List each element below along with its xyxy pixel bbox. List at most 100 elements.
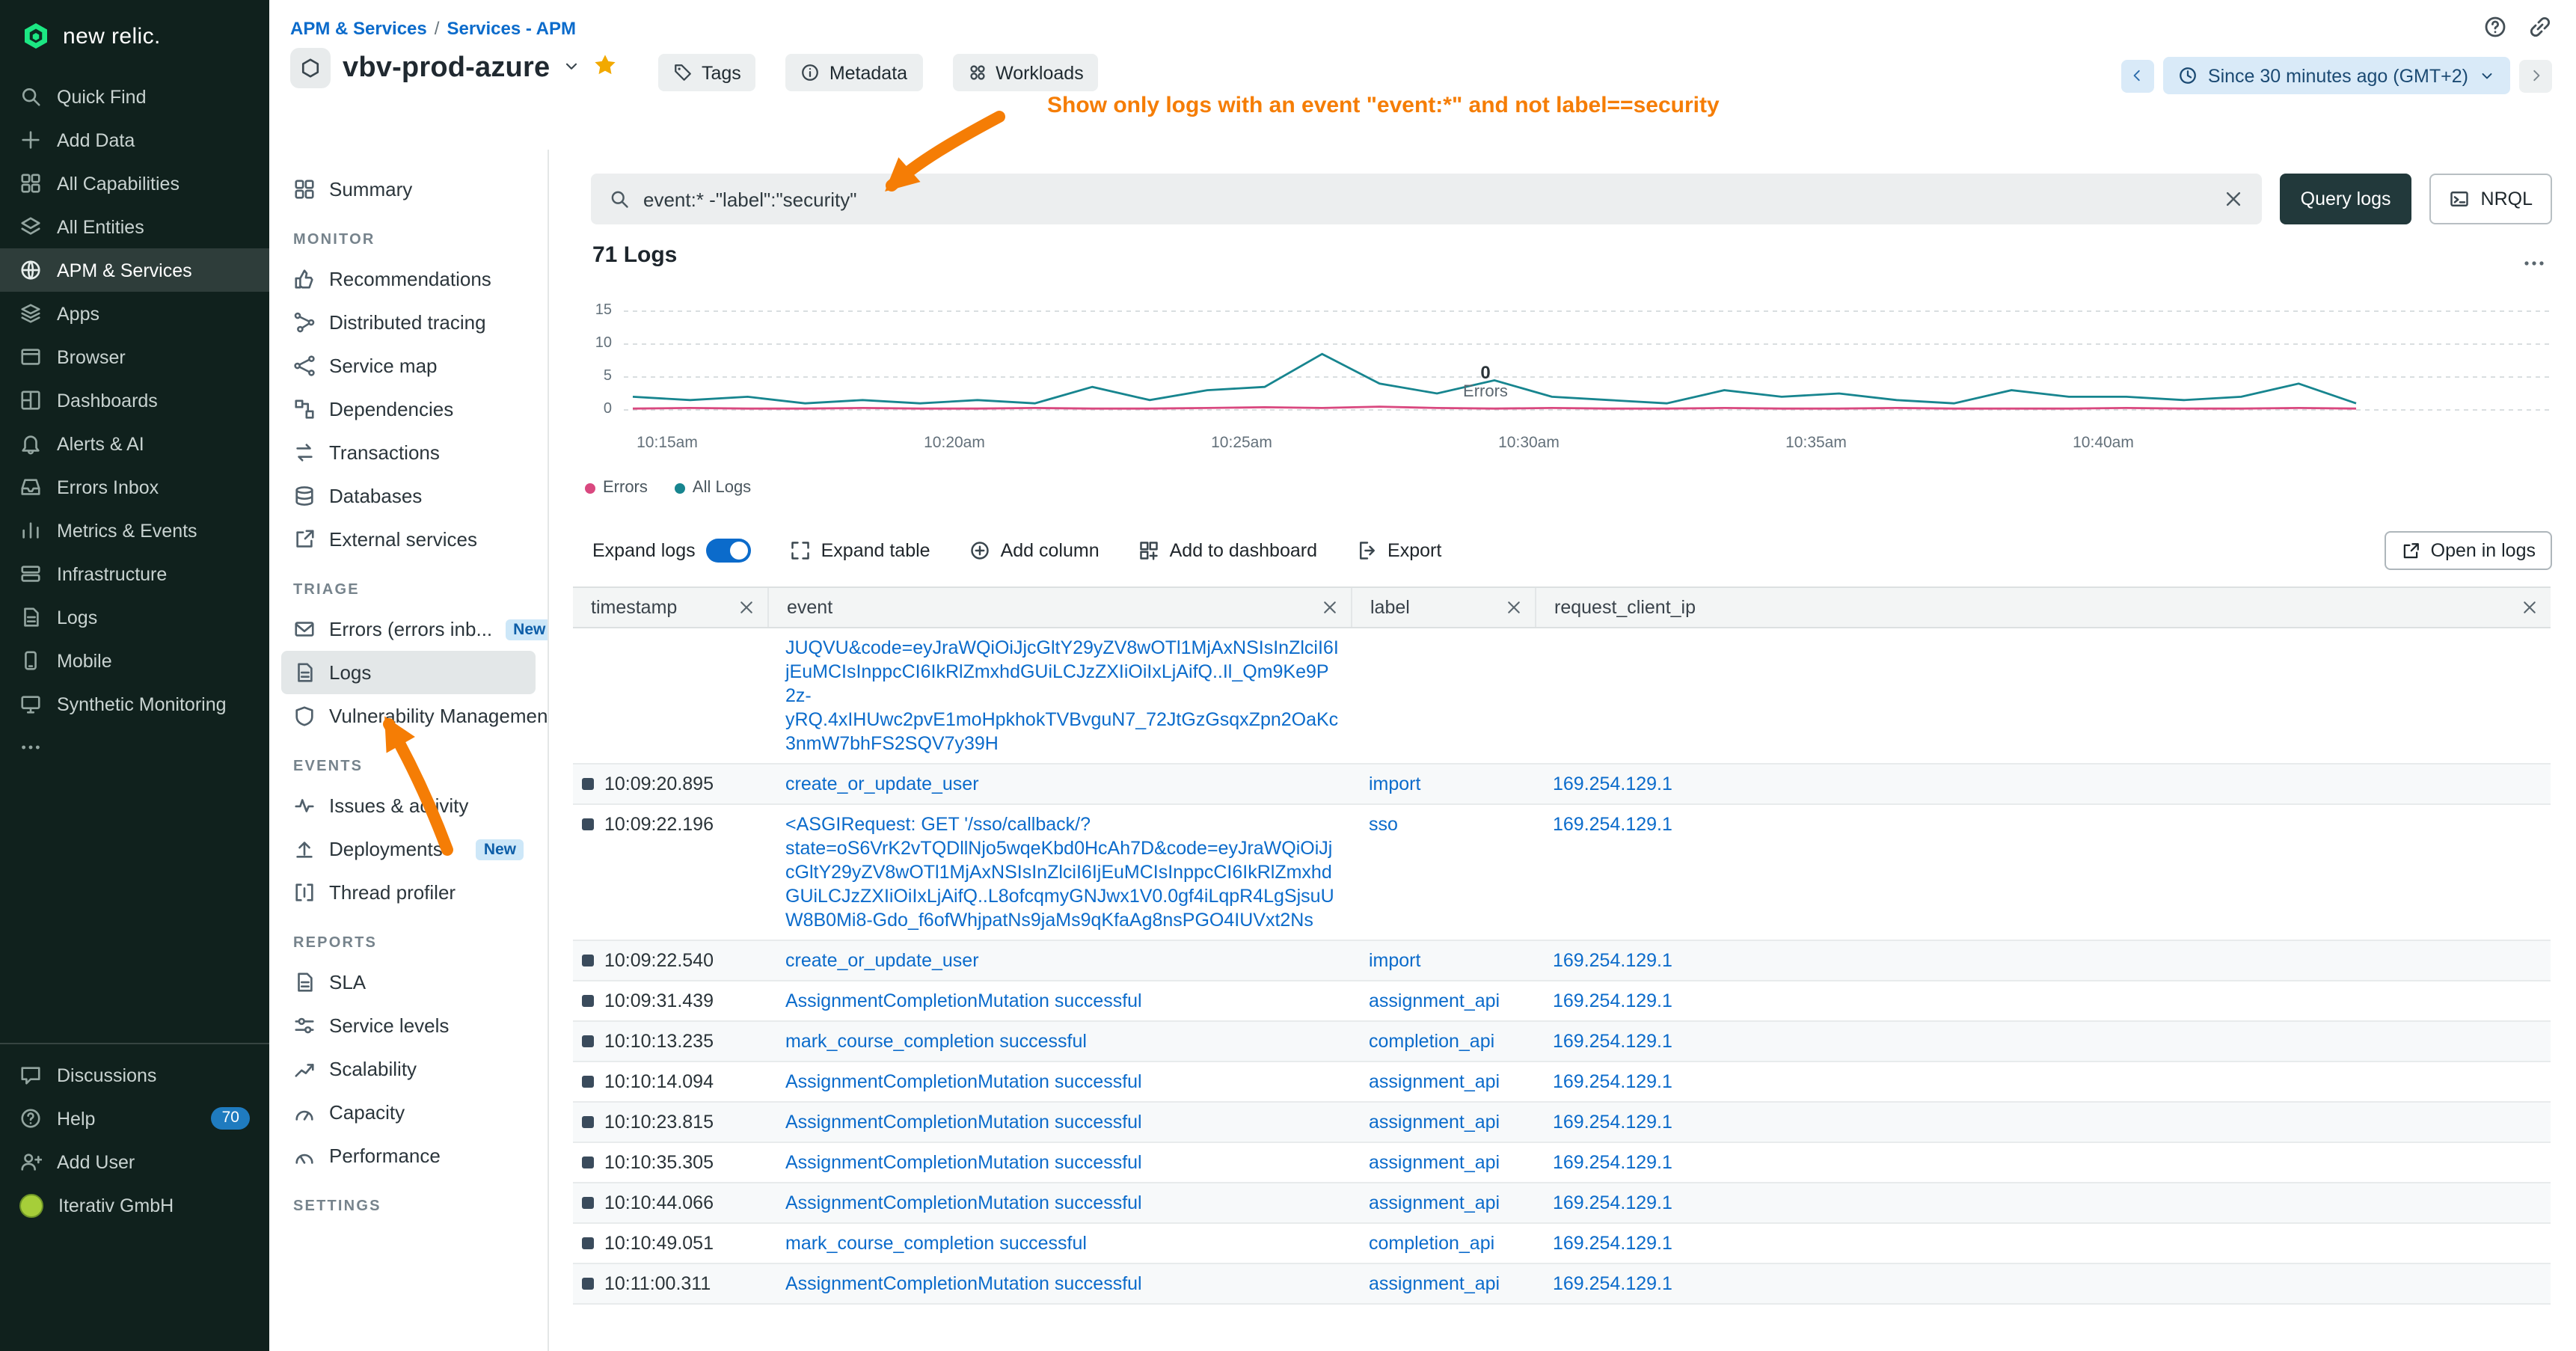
clear-query-icon[interactable] bbox=[2223, 189, 2244, 209]
table-row[interactable]: 10:10:49.051mark_course_completion succe… bbox=[573, 1224, 2551, 1264]
table-row[interactable]: 10:10:35.305AssignmentCompletionMutation… bbox=[573, 1143, 2551, 1183]
ip-link[interactable]: 169.254.129.1 bbox=[1553, 1192, 1672, 1213]
breadcrumb-services-apm[interactable]: Services - APM bbox=[447, 18, 576, 39]
subnav-item-summary[interactable]: Summary bbox=[269, 168, 548, 211]
tags-button[interactable]: Tags bbox=[658, 54, 756, 91]
table-row[interactable]: 10:11:00.311AssignmentCompletionMutation… bbox=[573, 1264, 2551, 1305]
export-button[interactable]: Export bbox=[1356, 540, 1441, 561]
column-close-icon[interactable] bbox=[1505, 598, 1523, 616]
subnav-item-thread-profiler[interactable]: Thread profiler bbox=[269, 871, 548, 914]
time-back-button[interactable] bbox=[2121, 59, 2154, 92]
favorite-star-button[interactable] bbox=[592, 52, 617, 85]
sidebar-item-quick-find[interactable]: Quick Find bbox=[0, 75, 269, 118]
event-link[interactable]: AssignmentCompletionMutation successful bbox=[785, 1071, 1142, 1092]
sidebar-item-browser[interactable]: Browser bbox=[0, 335, 269, 379]
sidebar-footer-item-iterativ-gmbh[interactable]: Iterativ GmbH bbox=[0, 1183, 269, 1227]
label-link[interactable]: completion_api bbox=[1369, 1031, 1494, 1052]
event-link[interactable]: create_or_update_user bbox=[785, 950, 979, 971]
ip-link[interactable]: 169.254.129.1 bbox=[1553, 1112, 1672, 1133]
newrelic-logo[interactable]: new relic. bbox=[0, 0, 269, 69]
expand-table-button[interactable]: Expand table bbox=[790, 540, 930, 561]
entity-switcher-chevron[interactable] bbox=[562, 55, 580, 82]
legend-item-all-logs[interactable]: All Logs bbox=[675, 479, 751, 497]
add-column-button[interactable]: Add column bbox=[969, 540, 1100, 561]
subnav-item-capacity[interactable]: Capacity bbox=[269, 1091, 548, 1134]
event-link[interactable]: create_or_update_user bbox=[785, 773, 979, 794]
sidebar-item-metrics-events[interactable]: Metrics & Events bbox=[0, 509, 269, 552]
workloads-button[interactable]: Workloads bbox=[952, 54, 1099, 91]
breadcrumb-apm-services[interactable]: APM & Services bbox=[290, 18, 427, 39]
column-close-icon[interactable] bbox=[1321, 598, 1339, 616]
label-link[interactable]: import bbox=[1369, 950, 1420, 971]
sidebar-footer-item-discussions[interactable]: Discussions bbox=[0, 1053, 269, 1097]
legend-item-errors[interactable]: Errors bbox=[585, 479, 648, 497]
label-link[interactable]: assignment_api bbox=[1369, 990, 1500, 1011]
ip-link[interactable]: 169.254.129.1 bbox=[1553, 1071, 1672, 1092]
time-picker[interactable]: Since 30 minutes ago (GMT+2) bbox=[2163, 57, 2510, 94]
open-in-logs-button[interactable]: Open in logs bbox=[2385, 531, 2552, 570]
subnav-item-errors-errors-inb-[interactable]: Errors (errors inb...New bbox=[269, 607, 548, 651]
ip-link[interactable]: 169.254.129.1 bbox=[1553, 1233, 1672, 1254]
expand-logs-toggle[interactable] bbox=[706, 539, 751, 563]
subnav-item-issues-activity[interactable]: Issues & activity bbox=[269, 784, 548, 827]
event-link[interactable]: AssignmentCompletionMutation successful bbox=[785, 1273, 1142, 1294]
sidebar-item-apm-services[interactable]: APM & Services bbox=[0, 248, 269, 292]
label-link[interactable]: assignment_api bbox=[1369, 1112, 1500, 1133]
label-link[interactable]: sso bbox=[1369, 814, 1398, 835]
label-link[interactable]: assignment_api bbox=[1369, 1071, 1500, 1092]
event-link[interactable]: AssignmentCompletionMutation successful bbox=[785, 990, 1142, 1011]
event-link[interactable]: AssignmentCompletionMutation successful bbox=[785, 1192, 1142, 1213]
event-link[interactable]: mark_course_completion successful bbox=[785, 1031, 1087, 1052]
table-row[interactable]: 10:10:14.094AssignmentCompletionMutation… bbox=[573, 1062, 2551, 1103]
label-link[interactable]: assignment_api bbox=[1369, 1152, 1500, 1173]
subnav-item-service-levels[interactable]: Service levels bbox=[269, 1004, 548, 1047]
label-link[interactable]: assignment_api bbox=[1369, 1273, 1500, 1294]
subnav-item-service-map[interactable]: Service map bbox=[269, 344, 548, 387]
permalink-icon[interactable] bbox=[2528, 15, 2552, 39]
sidebar-item-dashboards[interactable]: Dashboards bbox=[0, 379, 269, 422]
subnav-item-deployments[interactable]: DeploymentsNew bbox=[269, 827, 548, 871]
event-link[interactable]: AssignmentCompletionMutation successful bbox=[785, 1152, 1142, 1173]
table-row[interactable]: 10:10:23.815AssignmentCompletionMutation… bbox=[573, 1103, 2551, 1143]
table-row[interactable]: 10:09:22.540create_or_update_userimport1… bbox=[573, 941, 2551, 981]
ip-link[interactable]: 169.254.129.1 bbox=[1553, 950, 1672, 971]
subnav-item-transactions[interactable]: Transactions bbox=[269, 431, 548, 474]
sidebar-item-infrastructure[interactable]: Infrastructure bbox=[0, 552, 269, 595]
ip-link[interactable]: 169.254.129.1 bbox=[1553, 814, 1672, 835]
add-to-dashboard-button[interactable]: Add to dashboard bbox=[1138, 540, 1317, 561]
ip-link[interactable]: 169.254.129.1 bbox=[1553, 773, 1672, 794]
event-link[interactable]: JUQVU&code=eyJraWQiOiJjcGltY29yZV8wOTl1M… bbox=[785, 637, 1339, 754]
ip-link[interactable]: 169.254.129.1 bbox=[1553, 1273, 1672, 1294]
panel-menu-button[interactable] bbox=[2522, 251, 2546, 283]
table-row[interactable]: JUQVU&code=eyJraWQiOiJjcGltY29yZV8wOTl1M… bbox=[573, 628, 2551, 765]
subnav-item-sla[interactable]: SLA bbox=[269, 961, 548, 1004]
subnav-item-logs[interactable]: Logs bbox=[281, 651, 536, 694]
help-icon[interactable] bbox=[2483, 15, 2507, 39]
query-logs-button[interactable]: Query logs bbox=[2280, 174, 2412, 224]
event-link[interactable]: <ASGIRequest: GET '/sso/callback/?state=… bbox=[785, 814, 1334, 931]
sidebar-item-add-data[interactable]: Add Data bbox=[0, 118, 269, 162]
subnav-item-databases[interactable]: Databases bbox=[269, 474, 548, 518]
table-row[interactable]: 10:09:31.439AssignmentCompletionMutation… bbox=[573, 981, 2551, 1022]
log-volume-chart[interactable]: 0 Errors 15105010:15am10:20am10:25am10:3… bbox=[573, 299, 2551, 458]
column-close-icon[interactable] bbox=[737, 598, 755, 616]
event-link[interactable]: AssignmentCompletionMutation successful bbox=[785, 1112, 1142, 1133]
table-row[interactable]: 10:09:22.196<ASGIRequest: GET '/sso/call… bbox=[573, 805, 2551, 941]
subnav-item-vulnerability-management[interactable]: Vulnerability Management bbox=[269, 694, 548, 738]
table-row[interactable]: 10:10:44.066AssignmentCompletionMutation… bbox=[573, 1183, 2551, 1224]
time-forward-button[interactable] bbox=[2519, 59, 2552, 92]
table-row[interactable]: 10:09:20.895create_or_update_userimport1… bbox=[573, 765, 2551, 805]
sidebar-item-all-entities[interactable]: All Entities bbox=[0, 205, 269, 248]
sidebar-item-all-capabilities[interactable]: All Capabilities bbox=[0, 162, 269, 205]
label-link[interactable]: completion_api bbox=[1369, 1233, 1494, 1254]
sidebar-item-synthetic-monitoring[interactable]: Synthetic Monitoring bbox=[0, 682, 269, 726]
event-link[interactable]: mark_course_completion successful bbox=[785, 1233, 1087, 1254]
sidebar-footer-item-help[interactable]: Help70 bbox=[0, 1097, 269, 1140]
subnav-item-external-services[interactable]: External services bbox=[269, 518, 548, 561]
table-row[interactable]: 10:10:13.235mark_course_completion succe… bbox=[573, 1022, 2551, 1062]
column-close-icon[interactable] bbox=[2521, 598, 2539, 616]
metadata-button[interactable]: Metadata bbox=[786, 54, 922, 91]
ip-link[interactable]: 169.254.129.1 bbox=[1553, 1031, 1672, 1052]
sidebar-item-apps[interactable]: Apps bbox=[0, 292, 269, 335]
subnav-item-dependencies[interactable]: Dependencies bbox=[269, 387, 548, 431]
